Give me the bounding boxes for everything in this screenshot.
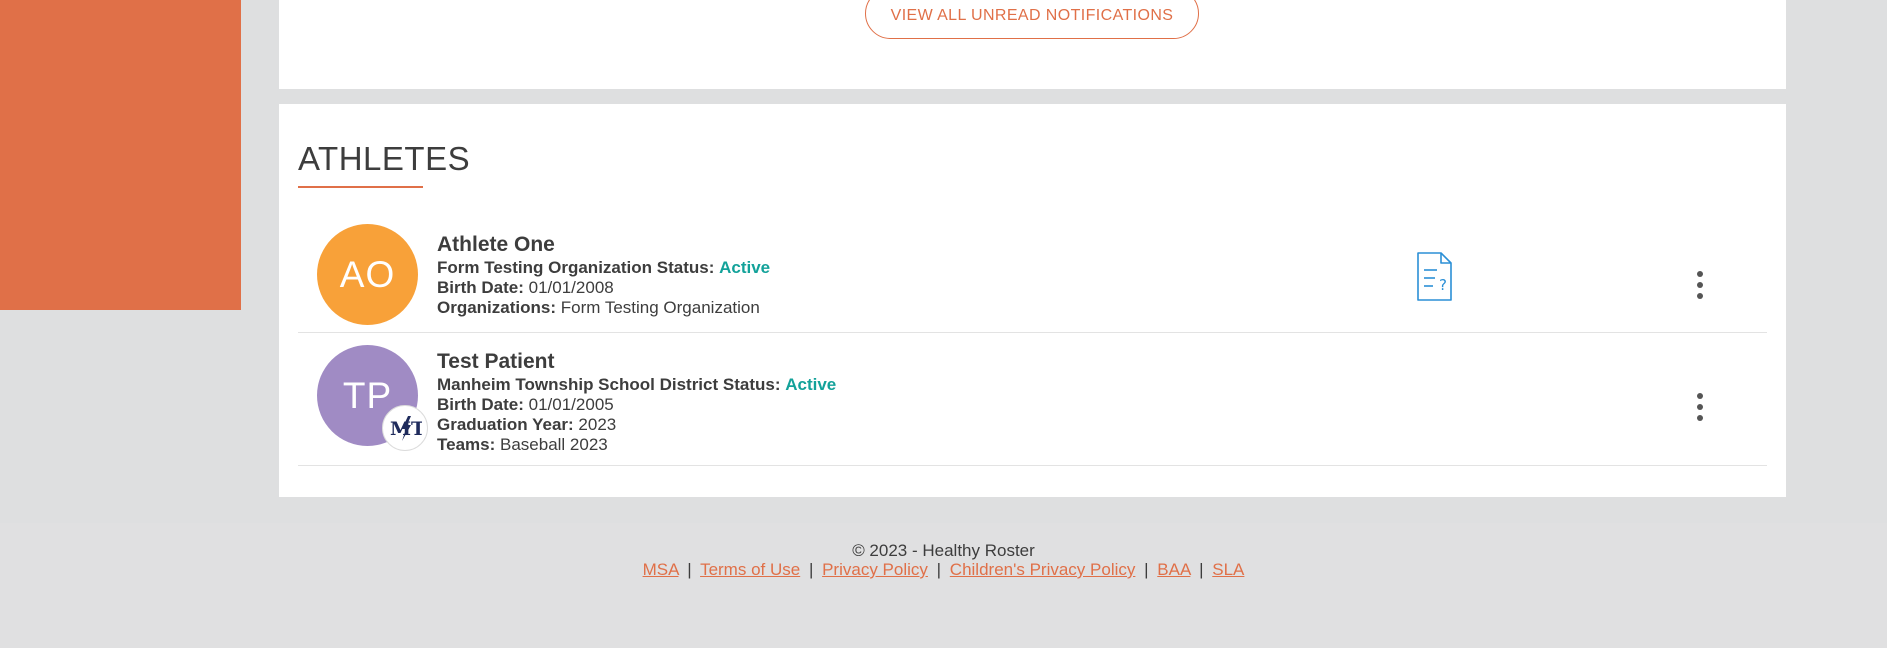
athlete-info: Test Patient Manheim Township School Dis… xyxy=(437,349,836,455)
section-title: ATHLETES xyxy=(298,140,471,177)
status-line: Manheim Township School District Status:… xyxy=(437,375,836,395)
link-separator: | xyxy=(1144,560,1149,579)
link-separator: | xyxy=(687,560,692,579)
athlete-name[interactable]: Athlete One xyxy=(437,232,770,258)
teams-value: Baseball 2023 xyxy=(500,435,608,454)
athlete-row[interactable]: TP MT Test Patient Manheim Township Scho… xyxy=(298,333,1767,466)
organizations-label: Organizations: xyxy=(437,298,557,317)
athlete-info: Athlete One Form Testing Organization St… xyxy=(437,232,770,318)
birth-date-label: Birth Date: xyxy=(437,278,524,297)
birth-date-line: Birth Date: 01/01/2005 xyxy=(437,395,836,415)
link-separator: | xyxy=(1199,560,1204,579)
link-separator: | xyxy=(936,560,942,579)
more-options-icon[interactable] xyxy=(1688,390,1712,424)
avatar: AO xyxy=(317,224,418,325)
baa-link[interactable]: BAA xyxy=(1157,560,1190,579)
form-question-document-icon[interactable]: ? xyxy=(1415,252,1453,302)
birth-date-label: Birth Date: xyxy=(437,395,524,414)
sidebar-orange-panel xyxy=(0,0,241,310)
more-options-icon[interactable] xyxy=(1688,268,1712,302)
status-line: Form Testing Organization Status: Active xyxy=(437,258,770,278)
footer: © 2023 - Healthy Roster MSA | Terms of U… xyxy=(0,523,1887,648)
childrens-privacy-policy-link[interactable]: Children's Privacy Policy xyxy=(950,560,1136,579)
title-underline xyxy=(298,186,423,188)
privacy-policy-link[interactable]: Privacy Policy xyxy=(822,560,928,579)
teams-label: Teams: xyxy=(437,435,496,454)
status-badge: Active xyxy=(719,258,771,277)
organizations-line: Organizations: Form Testing Organization xyxy=(437,298,770,318)
notifications-card: VIEW ALL UNREAD NOTIFICATIONS xyxy=(279,0,1786,89)
footer-links: MSA | Terms of Use | Privacy Policy | Ch… xyxy=(0,560,1887,580)
status-label: Form Testing Organization Status: xyxy=(437,258,715,277)
graduation-year-value: 2023 xyxy=(578,415,617,434)
graduation-year-label: Graduation Year: xyxy=(437,415,574,434)
svg-text:?: ? xyxy=(1439,276,1447,294)
organization-logo-icon: MT xyxy=(382,405,428,451)
birth-date-line: Birth Date: 01/01/2008 xyxy=(437,278,770,298)
organizations-value: Form Testing Organization xyxy=(560,298,760,317)
terms-of-use-link[interactable]: Terms of Use xyxy=(700,560,800,579)
graduation-year-line: Graduation Year: 2023 xyxy=(437,415,836,435)
birth-date-value: 01/01/2008 xyxy=(528,278,614,297)
athlete-row[interactable]: AO Athlete One Form Testing Organization… xyxy=(298,216,1767,333)
copyright-text: © 2023 - Healthy Roster xyxy=(852,541,1035,560)
status-label: Manheim Township School District Status: xyxy=(437,375,781,394)
link-separator: | xyxy=(808,560,814,579)
sla-link[interactable]: SLA xyxy=(1212,560,1244,579)
athletes-card: ATHLETES AO Athlete One Form Testing Org… xyxy=(279,104,1786,497)
teams-line: Teams: Baseball 2023 xyxy=(437,435,836,455)
view-all-unread-notifications-button[interactable]: VIEW ALL UNREAD NOTIFICATIONS xyxy=(865,0,1199,39)
athlete-name[interactable]: Test Patient xyxy=(437,349,836,375)
msa-link[interactable]: MSA xyxy=(643,560,679,579)
status-badge: Active xyxy=(785,375,837,394)
page: VIEW ALL UNREAD NOTIFICATIONS ATHLETES A… xyxy=(0,0,1887,648)
birth-date-value: 01/01/2005 xyxy=(528,395,614,414)
